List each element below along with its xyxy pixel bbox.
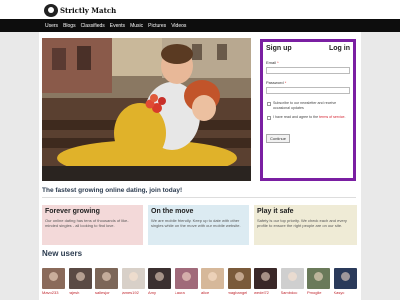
newsletter-label: Subscribe to our newsletter and receive … <box>273 101 337 110</box>
user-avatar[interactable] <box>201 268 224 289</box>
nav-item-events[interactable]: Events <box>110 23 125 29</box>
signup-title: Sign up <box>266 45 292 52</box>
user-card[interactable]: Laura <box>174 268 200 295</box>
password-field[interactable] <box>266 87 350 94</box>
user-name[interactable]: rajesh <box>69 290 94 295</box>
user-card[interactable]: Pmoglie <box>307 268 330 295</box>
user-avatar[interactable] <box>121 268 145 289</box>
password-label: Password * <box>266 80 287 85</box>
user-avatar[interactable] <box>42 268 65 289</box>
feature-text: Safety is our top priority. We check eac… <box>257 218 347 229</box>
feature-title: On the move <box>151 208 194 215</box>
user-avatar[interactable] <box>333 268 357 289</box>
user-card[interactable]: sallesjor <box>95 268 118 295</box>
hero-image <box>42 38 251 181</box>
user-name[interactable]: Laura <box>175 290 200 295</box>
user-avatar[interactable] <box>280 268 304 289</box>
user-card[interactable]: Mavo233 <box>42 268 65 295</box>
user-name[interactable]: james192 <box>122 290 147 295</box>
feature-card-mobile: On the move We are mobile friendly. Keep… <box>148 205 249 245</box>
terms-checkbox[interactable] <box>267 116 271 120</box>
continue-button[interactable]: Continue <box>266 134 290 143</box>
user-name[interactable]: magbangel <box>228 290 253 295</box>
user-card[interactable]: rajesh <box>68 268 94 295</box>
site-logo[interactable]: Strictly Match <box>44 3 116 17</box>
feature-text: Our online dating has tens of thousands … <box>45 218 129 229</box>
user-card[interactable]: Sambdoc <box>280 268 306 295</box>
user-avatar[interactable] <box>95 268 118 289</box>
user-name[interactable]: Amy <box>148 290 173 295</box>
nav-item-classifieds[interactable]: Classifieds <box>81 23 105 29</box>
user-name[interactable]: sallesjor <box>95 290 120 295</box>
feature-title: Forever growing <box>45 208 100 215</box>
main-content: Sign up Log in Email * Password * Subscr… <box>39 32 361 300</box>
site-header: Strictly Match <box>0 0 400 19</box>
email-label: Email * <box>266 60 279 65</box>
user-name[interactable]: Pmoglie <box>307 290 332 295</box>
user-card[interactable]: Kasyc <box>333 268 359 295</box>
newsletter-checkbox[interactable] <box>267 102 271 106</box>
user-name[interactable]: Sambdoc <box>281 290 306 295</box>
nav-list: Users Blogs Classifieds Events Music Pictures… <box>45 19 191 32</box>
user-name[interactable]: wedel72 <box>254 290 279 295</box>
main-nav: Users Blogs Classifieds Events Music Pictures… <box>0 19 400 32</box>
nav-item-pictures[interactable]: Pictures <box>148 23 166 29</box>
login-link[interactable]: Log in <box>329 45 350 52</box>
user-avatar[interactable] <box>227 268 251 289</box>
hero-couple-illustration <box>42 38 251 181</box>
nav-item-videos[interactable]: Videos <box>171 23 186 29</box>
user-avatar[interactable] <box>307 268 330 289</box>
logo-mark-icon <box>44 3 58 17</box>
new-users-heading: New users <box>42 249 83 258</box>
feature-card-safety: Play it safe Safety is our top priority.… <box>254 205 357 245</box>
user-avatar[interactable] <box>254 268 277 289</box>
email-field[interactable] <box>266 67 350 74</box>
user-name[interactable]: Kasyc <box>334 290 359 295</box>
nav-item-blogs[interactable]: Blogs <box>63 23 76 29</box>
nav-item-music[interactable]: Music <box>130 23 143 29</box>
user-card[interactable]: james192 <box>121 268 147 295</box>
divider <box>42 197 356 198</box>
logo-text: Strictly Match <box>60 5 117 15</box>
user-card[interactable]: Amy <box>148 268 171 295</box>
user-name[interactable]: Mavo233 <box>42 290 67 295</box>
user-card[interactable]: magbangel <box>227 268 253 295</box>
tagline: The fastest growing online dating, join … <box>42 187 183 194</box>
user-avatar[interactable] <box>174 268 198 289</box>
signup-box: Sign up Log in Email * Password * Subscr… <box>260 39 356 181</box>
feature-text: We are mobile friendly. Keep up to date … <box>151 218 241 229</box>
user-avatar[interactable] <box>148 268 171 289</box>
feature-title: Play it safe <box>257 208 294 215</box>
new-users-grid: Mavo233 rajesh sallesjor james192 Amy Laura al… <box>42 268 359 300</box>
user-card[interactable]: wedel72 <box>254 268 277 295</box>
user-avatar[interactable] <box>68 268 92 289</box>
terms-link[interactable]: terms of service <box>319 115 344 119</box>
user-card[interactable]: alice <box>201 268 224 295</box>
nav-item-users[interactable]: Users <box>45 23 58 29</box>
feature-card-growing: Forever growing Our online dating has te… <box>42 205 143 245</box>
user-name[interactable]: alice <box>201 290 226 295</box>
terms-label: I have read and agree to the terms of se… <box>273 115 346 119</box>
